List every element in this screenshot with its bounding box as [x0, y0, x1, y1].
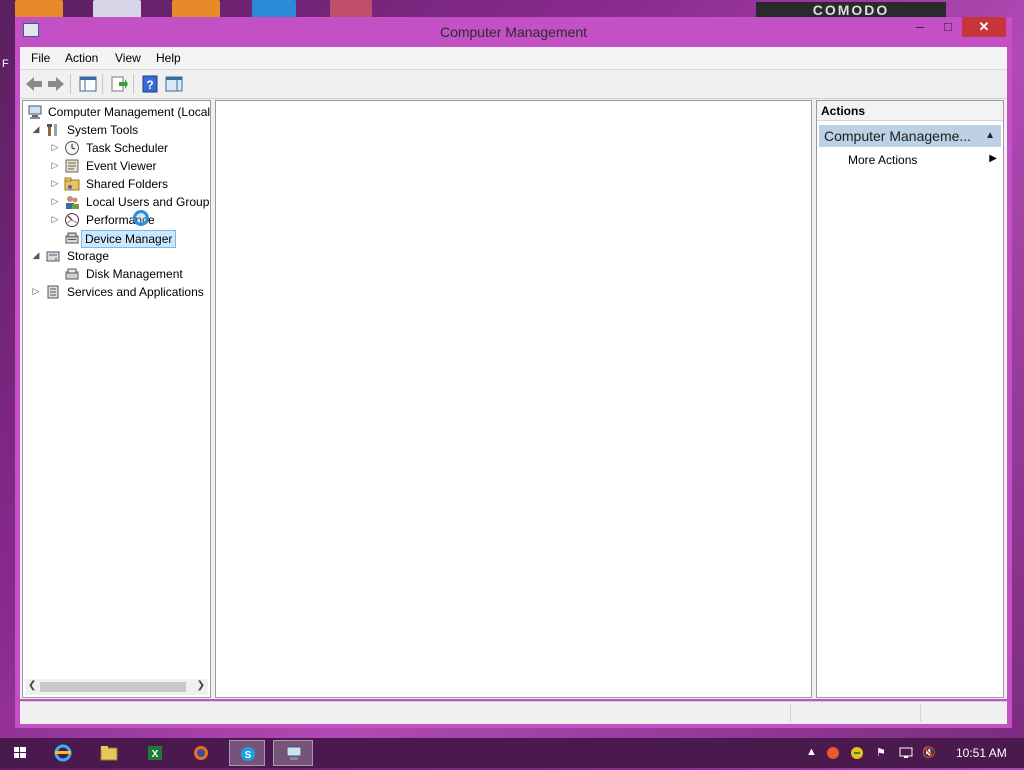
desktop-icon-2[interactable] [93, 0, 141, 18]
expand-arrow-icon[interactable]: ▷ [50, 196, 60, 207]
shared-folder-icon [64, 176, 80, 192]
tree-label-disk-management: Disk Management [86, 267, 183, 281]
clock-icon [64, 140, 80, 156]
results-pane [215, 100, 812, 698]
volume-muted-icon[interactable]: 🔇 [922, 746, 936, 759]
tools-icon [45, 122, 61, 138]
scrollbar-thumb[interactable] [40, 682, 186, 692]
users-icon [64, 194, 80, 210]
skype-icon[interactable]: S [229, 740, 265, 766]
desktop-icon-3[interactable] [172, 0, 220, 18]
menu-view[interactable]: View [115, 51, 141, 65]
action-center-flag-icon[interactable]: ⚑ [876, 746, 886, 759]
window-title: Computer Management [439, 24, 588, 40]
expand-arrow-icon[interactable]: ▷ [31, 286, 41, 297]
desktop-badge: COMODO [756, 2, 946, 18]
firefox-icon[interactable] [183, 740, 219, 766]
horizontal-scrollbar[interactable]: ❮ ❯ [25, 679, 208, 695]
actions-group-label: Computer Manageme... [824, 128, 972, 144]
computer-icon [27, 104, 43, 120]
scroll-right-icon[interactable]: ❯ [197, 680, 205, 691]
expand-arrow-icon[interactable]: ▷ [50, 142, 60, 153]
show-hide-console-tree-icon[interactable] [78, 74, 98, 94]
disk-icon [64, 266, 80, 282]
tree-label-event-viewer: Event Viewer [86, 159, 157, 173]
menu-action[interactable]: Action [65, 51, 98, 65]
device-manager-icon [64, 230, 80, 246]
svg-text:X: X [152, 749, 159, 760]
export-list-icon[interactable] [109, 74, 129, 94]
actions-header: Actions [817, 101, 1003, 121]
tray-app-icon[interactable] [826, 746, 840, 763]
desktop-icon-5[interactable] [330, 0, 372, 18]
tree-label-root: Computer Management (Local [48, 105, 211, 119]
collapse-up-icon[interactable]: ▲ [985, 125, 995, 147]
status-bar [20, 701, 1007, 724]
expand-arrow-icon[interactable]: ▷ [50, 160, 60, 171]
desktop-label: F [2, 58, 9, 70]
computer-management-taskbar-icon[interactable] [273, 740, 313, 766]
excel-icon[interactable]: X [137, 740, 173, 766]
forward-arrow-icon[interactable] [46, 74, 66, 94]
storage-icon [45, 248, 61, 264]
tree-label-local-users: Local Users and Groups [86, 195, 211, 209]
desktop-icon-4[interactable] [252, 0, 296, 18]
tray-update-icon[interactable] [850, 746, 864, 763]
tree-label-storage: Storage [67, 249, 110, 263]
start-windows-icon[interactable] [2, 740, 38, 766]
menu-help[interactable]: Help [156, 51, 181, 65]
tree-label-task-scheduler: Task Scheduler [86, 141, 169, 155]
collapse-arrow-icon[interactable]: ◢ [31, 124, 41, 135]
tree-label-device-manager: Device Manager [81, 230, 177, 248]
back-arrow-icon[interactable] [24, 74, 44, 94]
actions-group-computer-management[interactable]: Computer Manageme... ▲ [819, 125, 1001, 147]
internet-explorer-icon[interactable] [45, 740, 81, 766]
expand-arrow-icon[interactable]: ▷ [50, 178, 60, 189]
svg-text:?: ? [146, 78, 153, 92]
toolbar: ? [20, 70, 1007, 99]
tree-label-services: Services and Applications [67, 285, 204, 299]
svg-text:S: S [245, 750, 252, 761]
collapse-arrow-icon[interactable]: ◢ [31, 250, 41, 261]
event-log-icon [64, 158, 80, 174]
expand-arrow-icon[interactable]: ▷ [50, 214, 60, 225]
taskbar-clock[interactable]: 10:51 AM [956, 746, 1007, 760]
close-button[interactable]: ✕ [962, 17, 1006, 37]
submenu-arrow-icon[interactable]: ▶ [989, 153, 997, 164]
actions-pane: Actions Computer Manageme... ▲ More Acti… [816, 100, 1004, 698]
show-hide-action-pane-icon[interactable] [164, 74, 184, 94]
more-actions-item[interactable]: More Actions [848, 153, 917, 167]
scroll-left-icon[interactable]: ❮ [28, 680, 36, 691]
menu-bar: File Action View Help [20, 47, 1007, 70]
tree-label-system-tools: System Tools [67, 123, 139, 137]
title-bar[interactable]: Computer Management – □ ✕ [15, 17, 1012, 45]
computer-management-window: Computer Management – □ ✕ File Action Vi… [15, 17, 1012, 728]
menu-file[interactable]: File [31, 51, 50, 65]
help-icon[interactable]: ? [140, 74, 160, 94]
console-tree: Computer Management (Local ◢ System Tool… [22, 100, 211, 698]
performance-gauge-icon [64, 212, 80, 228]
tree-label-shared-folders: Shared Folders [86, 177, 169, 191]
maximize-button[interactable]: □ [933, 17, 963, 37]
minimize-button[interactable]: – [905, 17, 935, 37]
client-area: Computer Management (Local ◢ System Tool… [20, 99, 1007, 699]
show-hidden-icons-icon[interactable]: ▲ [806, 746, 817, 758]
desktop-icon-1[interactable] [15, 0, 63, 18]
cursor-indicator [133, 210, 149, 226]
services-icon [45, 284, 61, 300]
network-icon[interactable] [899, 746, 915, 763]
file-explorer-icon[interactable] [91, 740, 127, 766]
taskbar: X S ▲ ⚑ 🔇 10:51 AM [0, 738, 1024, 768]
